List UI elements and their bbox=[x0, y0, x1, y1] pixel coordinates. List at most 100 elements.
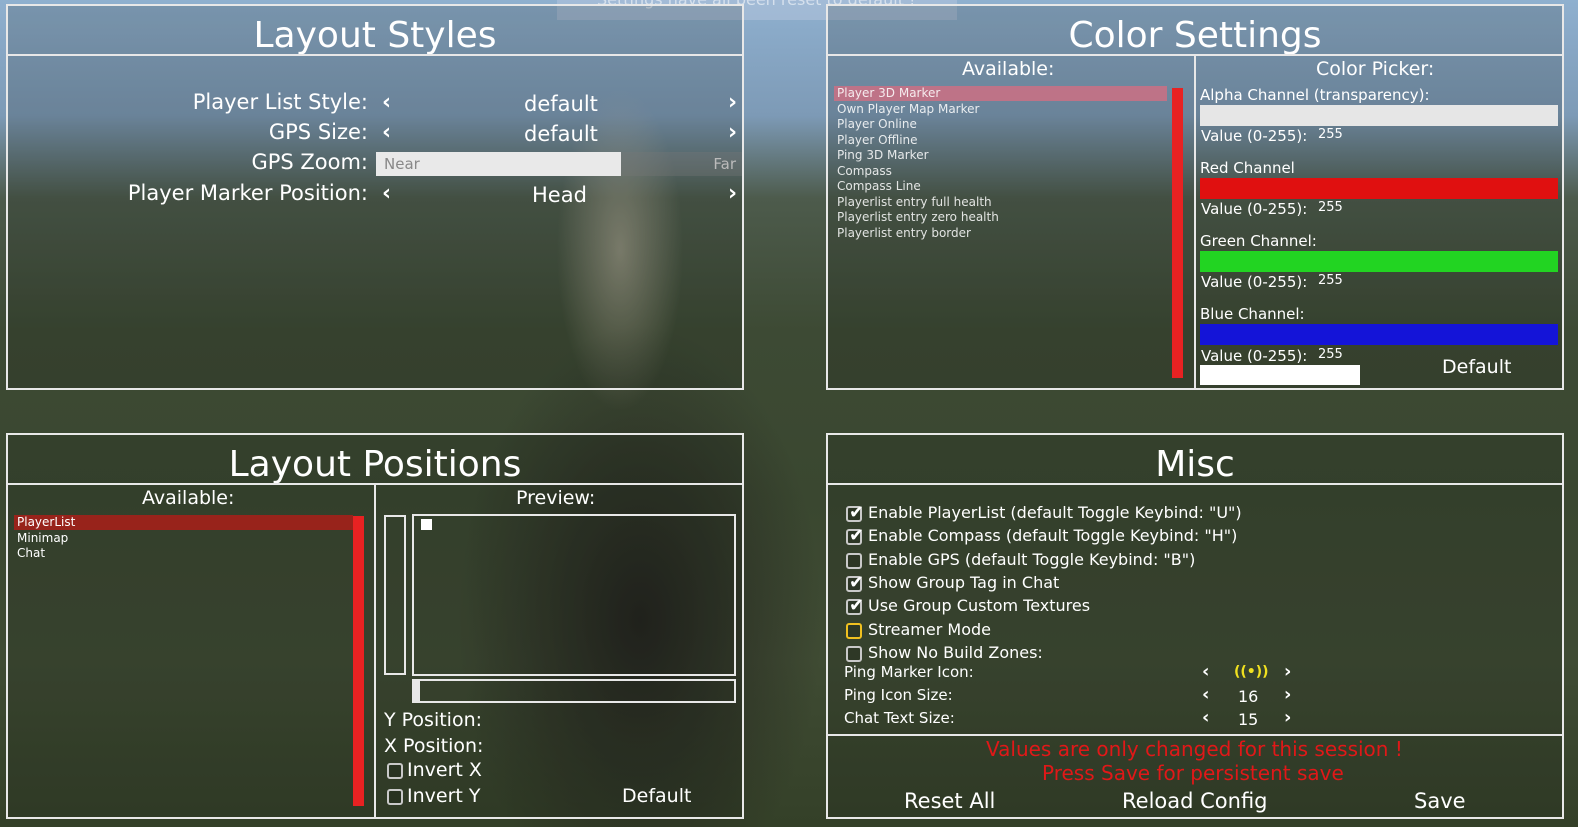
misc-checkbox-label: Use Group Custom Textures bbox=[868, 596, 1091, 616]
gps-zoom-label: GPS Zoom: bbox=[251, 150, 368, 174]
color-preview-swatch bbox=[1200, 365, 1360, 385]
ping-icon-size-value: 16 bbox=[1238, 687, 1259, 706]
blue-value[interactable]: 255 bbox=[1318, 347, 1343, 362]
y-position-label: Y Position: bbox=[384, 709, 483, 731]
color-list-item[interactable]: Playerlist entry border bbox=[834, 226, 1167, 241]
layout-styles-title: Layout Styles bbox=[8, 6, 742, 56]
positions-list-item[interactable]: Chat bbox=[14, 546, 353, 561]
green-value[interactable]: 255 bbox=[1318, 273, 1343, 288]
color-list-item[interactable]: Player Online bbox=[834, 117, 1167, 132]
player-list-style-next-icon[interactable]: › bbox=[728, 90, 737, 115]
color-settings-panel: Color Settings Available: Player 3D Mark… bbox=[826, 4, 1564, 390]
misc-checkbox[interactable] bbox=[846, 525, 864, 546]
preview-element-marker[interactable] bbox=[421, 519, 432, 530]
color-list-item[interactable]: Ping 3D Marker bbox=[834, 148, 1167, 163]
misc-checkbox[interactable] bbox=[846, 572, 864, 593]
player-list-style-value: default bbox=[524, 92, 598, 116]
positions-default-button[interactable]: Default bbox=[622, 785, 691, 807]
layout-styles-panel: Layout Styles Player List Style: ‹ defau… bbox=[6, 4, 744, 390]
misc-checkbox-label: Show Group Tag in Chat bbox=[868, 572, 1060, 592]
red-value[interactable]: 255 bbox=[1318, 200, 1343, 215]
color-list-item[interactable]: Own Player Map Marker bbox=[834, 102, 1167, 117]
positions-available-label: Available: bbox=[142, 487, 235, 509]
layout-positions-divider bbox=[374, 483, 376, 817]
positions-list-item[interactable]: Minimap bbox=[14, 531, 353, 546]
positions-list-scrollbar[interactable] bbox=[353, 516, 364, 806]
misc-checkbox[interactable] bbox=[846, 645, 862, 662]
chat-text-size-prev-icon[interactable]: ‹ bbox=[1202, 707, 1209, 728]
alpha-value-label: Value (0-255): bbox=[1201, 127, 1308, 145]
green-channel-slider[interactable] bbox=[1200, 251, 1558, 272]
red-channel-slider[interactable] bbox=[1200, 178, 1558, 199]
misc-footer-divider bbox=[828, 734, 1562, 736]
preview-area bbox=[412, 514, 736, 676]
alpha-channel-slider[interactable] bbox=[1200, 105, 1558, 126]
misc-checkbox-label: Show No Build Zones: bbox=[868, 642, 1043, 662]
gps-size-prev-icon[interactable]: ‹ bbox=[382, 120, 391, 145]
gps-zoom-slider[interactable]: Near Far bbox=[376, 152, 742, 176]
invert-x-checkbox[interactable] bbox=[387, 763, 403, 779]
invert-y-checkbox[interactable] bbox=[387, 789, 403, 805]
red-channel-label: Red Channel bbox=[1200, 159, 1295, 177]
color-list-item[interactable]: Playerlist entry zero health bbox=[834, 210, 1167, 225]
red-value-label: Value (0-255): bbox=[1201, 200, 1308, 218]
ping-icon-size-label: Ping Icon Size: bbox=[844, 686, 953, 704]
color-list-item[interactable]: Playerlist entry full health bbox=[834, 195, 1167, 210]
session-notice-line2: Press Save for persistent save bbox=[1042, 761, 1344, 785]
color-default-button[interactable]: Default bbox=[1442, 356, 1511, 378]
color-list-item[interactable]: Player 3D Marker bbox=[834, 86, 1167, 101]
reset-all-button[interactable]: Reset All bbox=[904, 789, 995, 813]
misc-checkbox[interactable] bbox=[846, 622, 862, 639]
gps-size-next-icon[interactable]: › bbox=[728, 120, 737, 145]
invert-x-label: Invert X bbox=[407, 759, 482, 781]
gps-zoom-near-label: Near bbox=[384, 155, 420, 173]
save-button[interactable]: Save bbox=[1414, 789, 1466, 813]
invert-y-label: Invert Y bbox=[407, 785, 481, 807]
reload-config-button[interactable]: Reload Config bbox=[1122, 789, 1268, 813]
preview-x-track[interactable] bbox=[412, 679, 736, 703]
misc-checkbox-label: Enable PlayerList (default Toggle Keybin… bbox=[868, 503, 1242, 522]
color-settings-title: Color Settings bbox=[828, 6, 1562, 56]
color-list-item[interactable]: Compass Line bbox=[834, 179, 1167, 194]
x-position-label: X Position: bbox=[384, 735, 484, 757]
player-list-style-label: Player List Style: bbox=[192, 90, 368, 114]
player-marker-position-value: Head bbox=[532, 183, 587, 207]
color-list-item[interactable]: Player Offline bbox=[834, 133, 1167, 148]
ping-icon-size-prev-icon[interactable]: ‹ bbox=[1202, 684, 1209, 705]
preview-x-handle[interactable] bbox=[414, 681, 420, 701]
positions-list-item[interactable]: PlayerList bbox=[14, 515, 353, 530]
blue-channel-slider[interactable] bbox=[1200, 324, 1558, 345]
ping-icon-size-next-icon[interactable]: › bbox=[1284, 684, 1291, 705]
player-marker-position-prev-icon[interactable]: ‹ bbox=[382, 181, 391, 206]
chat-text-size-label: Chat Text Size: bbox=[844, 709, 955, 727]
layout-positions-panel: Layout Positions Available: PlayerList Mi… bbox=[6, 433, 744, 819]
player-marker-position-next-icon[interactable]: › bbox=[728, 181, 737, 206]
preview-label: Preview: bbox=[516, 487, 596, 509]
color-settings-divider bbox=[1194, 54, 1196, 388]
color-available-label: Available: bbox=[962, 58, 1055, 80]
session-notice-line1: Values are only changed for this session… bbox=[986, 737, 1403, 761]
color-list-item[interactable]: Compass bbox=[834, 164, 1167, 179]
preview-y-track[interactable] bbox=[384, 515, 406, 675]
green-value-label: Value (0-255): bbox=[1201, 273, 1308, 291]
misc-panel: Misc Enable PlayerList (default Toggle K… bbox=[826, 433, 1564, 819]
misc-checkbox-list: Enable PlayerList (default Toggle Keybin… bbox=[844, 502, 1544, 671]
blue-channel-label: Blue Channel: bbox=[1200, 305, 1305, 323]
positions-list: PlayerList Minimap Chat bbox=[14, 515, 353, 605]
misc-checkbox[interactable] bbox=[846, 595, 864, 616]
chat-text-size-next-icon[interactable]: › bbox=[1284, 707, 1291, 728]
misc-checkbox-label: Enable GPS (default Toggle Keybind: "B") bbox=[868, 549, 1196, 569]
ping-marker-icon-prev-icon[interactable]: ‹ bbox=[1202, 661, 1209, 682]
misc-checkbox-label: Streamer Mode bbox=[868, 619, 991, 639]
alpha-value[interactable]: 255 bbox=[1318, 127, 1343, 142]
ping-marker-icon-next-icon[interactable]: › bbox=[1284, 661, 1291, 682]
player-list-style-prev-icon[interactable]: ‹ bbox=[382, 90, 391, 115]
green-channel-label: Green Channel: bbox=[1200, 232, 1317, 250]
misc-title: Misc bbox=[828, 435, 1562, 485]
misc-checkbox[interactable] bbox=[846, 502, 864, 523]
alpha-channel-label: Alpha Channel (transparency): bbox=[1200, 86, 1430, 104]
ping-marker-icon-value: ((•)) bbox=[1234, 664, 1269, 680]
color-list-scrollbar[interactable] bbox=[1172, 88, 1183, 378]
misc-checkbox[interactable] bbox=[846, 552, 862, 569]
gps-size-label: GPS Size: bbox=[268, 120, 368, 144]
